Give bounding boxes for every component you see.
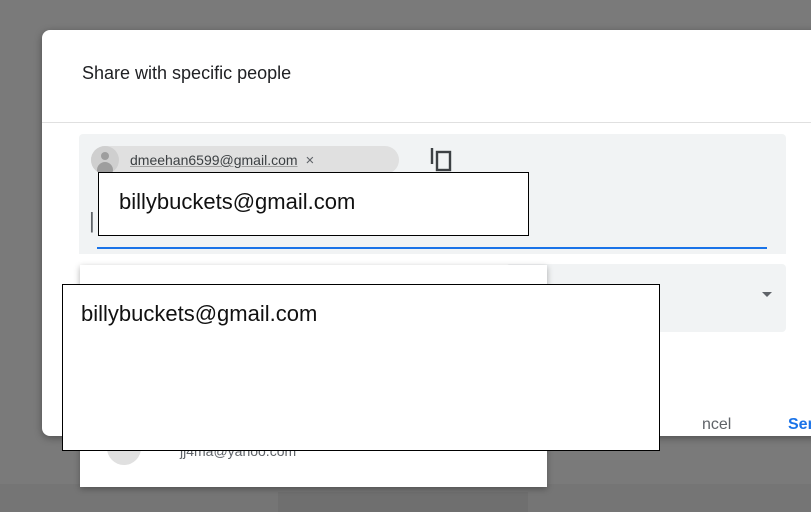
cancel-button[interactable]: ncel xyxy=(702,416,731,434)
title-divider xyxy=(42,122,811,123)
page-backdrop-bottom xyxy=(0,484,811,512)
input-focus-underline xyxy=(97,247,767,249)
copy-icon[interactable] xyxy=(429,146,453,172)
dialog-title: Share with specific people xyxy=(82,63,292,83)
person-avatar-icon xyxy=(91,146,119,174)
recipient-chip[interactable]: dmeehan6599@gmail.com × xyxy=(91,146,399,174)
chevron-down-icon[interactable] xyxy=(762,292,772,297)
overlay-email-input[interactable]: billybuckets@gmail.com xyxy=(98,172,529,236)
close-icon[interactable]: × xyxy=(306,152,315,169)
send-button[interactable]: Send xyxy=(788,416,811,434)
recipient-chip-email: dmeehan6599@gmail.com xyxy=(130,152,298,168)
overlay-email-popup[interactable]: billybuckets@gmail.com xyxy=(62,284,660,451)
text-cursor[interactable]: | xyxy=(89,208,95,234)
backdrop-bar xyxy=(278,492,528,512)
